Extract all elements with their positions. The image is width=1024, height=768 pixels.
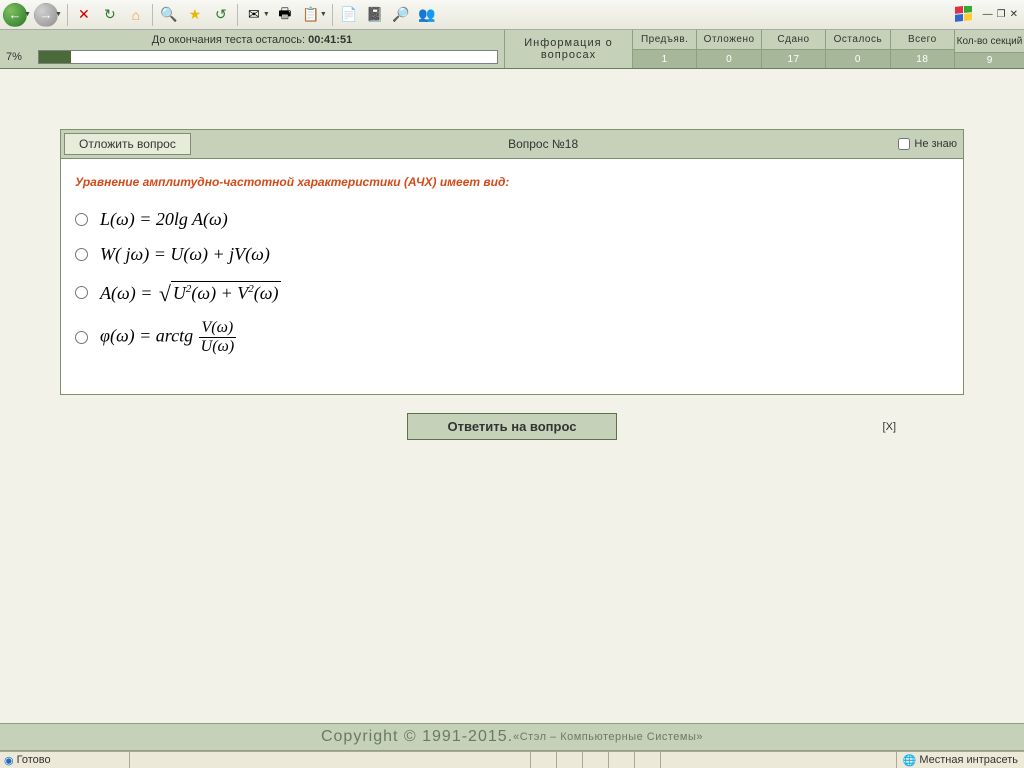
question-title: Вопрос №18 [194,137,893,151]
status-pane [556,752,582,768]
forward-dropdown-icon[interactable]: ▼ [55,11,62,18]
option-1-formula: L(ω) = 20lg A(ω) [100,209,228,230]
close-question-button[interactable]: [X] [883,421,896,433]
favorites-button[interactable]: ★ [183,3,207,27]
print-button[interactable]: 🖶 [273,3,297,27]
stat-header-total: Всего [891,30,954,49]
status-pane [582,752,608,768]
status-bar: ◉ Готово 🌐 Местная интрасеть [0,751,1024,768]
question-prompt: Уравнение амплитудно-частотной характери… [75,175,949,189]
option-2-radio[interactable] [75,248,88,261]
research-button[interactable]: 🔎 [389,3,413,27]
stat-value-total: 18 [891,49,954,68]
home-button[interactable]: ⌂ [124,3,148,27]
refresh-button[interactable]: ↻ [98,3,122,27]
progress-percent: 7% [6,51,34,63]
zone-icon: 🌐 [903,754,917,767]
stat-value-remaining: 0 [826,49,890,68]
close-window-button[interactable]: ✕ [1010,9,1018,20]
option-4-formula: φ(ω) = arctg V(ω)U(ω) [100,319,237,356]
edit-dropdown-icon[interactable]: ▼ [320,11,327,18]
postpone-button[interactable]: Отложить вопрос [64,133,191,155]
mail-dropdown-icon[interactable]: ▼ [263,11,270,18]
search-button[interactable]: 🔍 [157,3,181,27]
stat-value-postponed: 0 [697,49,761,68]
stat-header-postponed: Отложено [697,30,761,49]
history-button[interactable]: ↺ [209,3,233,27]
option-3-formula: A(ω) = U2(ω) + V2(ω) [100,279,281,305]
sections-value: 9 [954,52,1024,68]
option-1-radio[interactable] [75,213,88,226]
status-pane [660,752,686,768]
option-3-radio[interactable] [75,286,88,299]
option-4-radio[interactable] [75,331,88,344]
dont-know-label[interactable]: Не знаю [892,130,963,158]
status-ready: Готово [17,754,51,766]
stat-header-submitted: Сдано [762,30,826,49]
answer-button[interactable]: Ответить на вопрос [407,413,618,440]
progress-bar [38,50,498,64]
notes-button[interactable]: 📄 [337,3,361,27]
stat-header-remaining: Осталось [826,30,890,49]
dont-know-checkbox[interactable] [898,138,910,150]
messenger-button[interactable]: 👥 [415,3,439,27]
minimize-button[interactable]: — [983,9,993,20]
status-pane [530,752,556,768]
copyright-bar: Copyright © 1991-2015. «Стэл – Компьютер… [0,723,1024,751]
stat-header-presented: Предъяв. [633,30,697,49]
ie-page-icon: ◉ [4,754,14,767]
test-info-bar: До окончания теста осталось: 00:41:51 7%… [0,30,1024,69]
stop-button[interactable]: ✕ [72,3,96,27]
sections-header: Кол-во секций [954,30,1024,52]
office-button[interactable]: 📓 [363,3,387,27]
question-panel: Отложить вопрос Вопрос №18 Не знаю Уравн… [60,129,964,395]
restore-button[interactable]: ❐ [997,9,1006,20]
stat-value-presented: 1 [633,49,697,68]
status-pane [608,752,634,768]
back-dropdown-icon[interactable]: ▼ [24,11,31,18]
status-pane [634,752,660,768]
option-2-formula: W( jω) = U(ω) + jV(ω) [100,244,270,265]
windows-logo-icon [949,0,979,30]
info-header: Информация о вопросах [505,30,633,68]
stat-value-submitted: 17 [762,49,826,68]
status-zone: Местная интрасеть [919,754,1018,766]
browser-toolbar: ← ▼ → ▼ ✕ ↻ ⌂ 🔍 ★ ↺ ✉ ▼ 🖶 📋 ▼ 📄 📓 🔎 👥 — … [0,0,1024,30]
timer-label: До окончания теста осталось: 00:41:51 [6,34,498,46]
